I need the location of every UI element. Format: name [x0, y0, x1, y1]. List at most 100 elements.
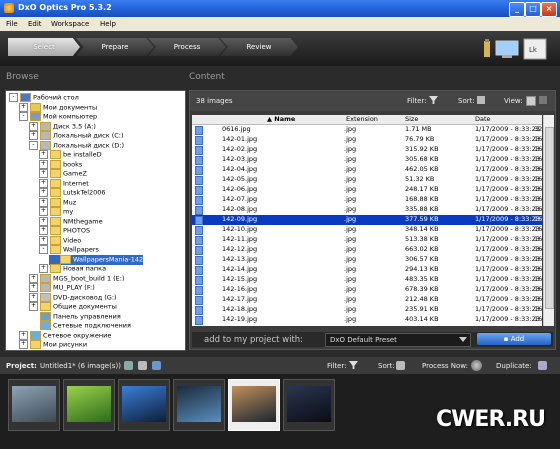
expand-icon[interactable]: +	[39, 197, 48, 207]
project-thumbnail[interactable]	[173, 379, 225, 431]
expand-icon[interactable]: +	[29, 292, 38, 302]
project-thumbnail[interactable]	[63, 379, 115, 431]
tab-select[interactable]: Select	[8, 38, 80, 56]
tree-item[interactable]: - Рабочий стол	[9, 93, 79, 103]
collapse-icon[interactable]: -	[9, 93, 18, 102]
expand-icon[interactable]: +	[19, 102, 28, 112]
tree-item[interactable]: Сетевые подключения	[29, 321, 131, 331]
project-thumbnail[interactable]	[8, 379, 60, 431]
tree-item[interactable]: Панель управления	[29, 311, 121, 322]
tree-item[interactable]: + Мои рисунки	[19, 340, 87, 350]
table-row[interactable]: 142-15.jpg .jpg 483.35 KB 1/17/2009 - 8:33:…	[192, 275, 542, 285]
expand-icon[interactable]: +	[39, 235, 48, 245]
table-row[interactable]: 142-17.jpg .jpg 212.48 KB 1/17/2009 - 8:33:…	[192, 295, 542, 305]
table-row[interactable]: 142-19.jpg .jpg 403.14 KB 1/17/2009 - 8:33:…	[192, 315, 542, 325]
table-row[interactable]: 142-11.jpg .jpg 513.38 KB 1/17/2009 - 8:33:…	[192, 235, 542, 245]
table-row[interactable]: 142-18.jpg .jpg 235.91 KB 1/17/2009 - 8:33:…	[192, 305, 542, 315]
tree-item[interactable]: + my	[39, 207, 73, 217]
tree-item[interactable]: - Wallpapers	[39, 245, 99, 255]
expand-icon[interactable]: +	[39, 188, 48, 197]
table-row[interactable]: 142-12.jpg .jpg 663.02 KB 1/17/2009 - 8:33:…	[192, 245, 542, 255]
table-row[interactable]: 142-08.jpg .jpg 335.88 KB 1/17/2009 - 8:33:…	[192, 205, 542, 215]
table-row[interactable]: 142-10.jpg .jpg 348.14 KB 1/17/2009 - 8:33:…	[192, 225, 542, 235]
tree-item[interactable]: + Диск 3,5 (A:)	[29, 121, 96, 132]
tree-item[interactable]: + Video	[39, 235, 81, 246]
tab-process[interactable]: Process	[148, 38, 226, 56]
minimize-button[interactable]: _	[509, 2, 525, 17]
table-row[interactable]: 142-04.jpg .jpg 462.05 KB 1/17/2009 - 8:33:…	[192, 165, 542, 175]
col-size-header[interactable]: Size	[405, 115, 418, 123]
tree-item[interactable]: + Новая папка	[39, 264, 106, 274]
tree-item[interactable]: + DVD-дисковод (G:)	[29, 292, 117, 303]
menu-file[interactable]: File	[6, 20, 18, 28]
table-row[interactable]: 142-07.jpg .jpg 168.88 KB 1/17/2009 - 8:33:…	[192, 195, 542, 205]
maximize-button[interactable]: □	[525, 2, 541, 17]
table-row[interactable]: 142-16.jpg .jpg 678.39 KB 1/17/2009 - 8:33:…	[192, 285, 542, 295]
expand-icon[interactable]: +	[39, 150, 48, 159]
tree-item[interactable]: - Мой компьютер	[19, 112, 97, 122]
tab-prepare[interactable]: Prepare	[76, 38, 154, 56]
table-row[interactable]: 0616.jpg .jpg 1.71 MB 1/17/2009 - 8:33:23 P…	[192, 125, 542, 135]
table-row[interactable]: 142-03.jpg .jpg 305.68 KB 1/17/2009 - 8:33:…	[192, 155, 542, 165]
tab-review[interactable]: Review	[220, 38, 298, 56]
col-name-header[interactable]: ▲ Name	[267, 115, 295, 123]
expand-icon[interactable]: +	[39, 169, 48, 178]
expand-icon[interactable]: +	[39, 226, 48, 235]
tree-item[interactable]: + Muz	[39, 197, 76, 208]
project-sort-icon[interactable]	[396, 361, 405, 370]
save-project-icon[interactable]	[152, 361, 161, 370]
menu-workspace[interactable]: Workspace	[51, 20, 89, 28]
process-gear-icon[interactable]	[471, 360, 482, 371]
table-row[interactable]: 142-02.jpg .jpg 315.92 KB 1/17/2009 - 8:33:…	[192, 145, 542, 155]
tree-item[interactable]: + Локальный диск (C:)	[29, 131, 124, 141]
table-row[interactable]: 142-05.jpg .jpg 51.32 KB 1/17/2009 - 8:33:2…	[192, 175, 542, 185]
expand-icon[interactable]: +	[39, 159, 48, 169]
duplicate-icon[interactable]	[538, 361, 547, 370]
menu-edit[interactable]: Edit	[28, 20, 42, 28]
expand-icon[interactable]: +	[39, 207, 48, 216]
table-row[interactable]: 142-13.jpg .jpg 306.57 KB 1/17/2009 - 8:33:…	[192, 255, 542, 265]
sort-icon[interactable]	[477, 96, 485, 104]
expand-icon[interactable]: +	[39, 178, 48, 188]
project-thumbnail[interactable]	[228, 379, 280, 431]
tree-item[interactable]: + Internet	[39, 178, 89, 189]
filter-icon[interactable]	[429, 96, 438, 104]
new-project-icon[interactable]	[124, 361, 133, 370]
expand-icon[interactable]: +	[19, 330, 28, 340]
view-grid-icon[interactable]	[539, 96, 547, 104]
project-thumbnail[interactable]	[118, 379, 170, 431]
table-row[interactable]: 142-06.jpg .jpg 248.17 KB 1/17/2009 - 8:33:…	[192, 185, 542, 195]
collapse-icon[interactable]: -	[29, 140, 38, 150]
expand-icon[interactable]: +	[29, 283, 38, 292]
expand-icon[interactable]: +	[19, 340, 28, 349]
tree-item[interactable]: + Общие документы	[29, 302, 117, 312]
table-row[interactable]: 142-14.jpg .jpg 294.13 KB 1/17/2009 - 8:33:…	[192, 265, 542, 275]
expand-icon[interactable]: +	[39, 216, 48, 226]
expand-icon[interactable]: +	[29, 302, 38, 311]
tree-item[interactable]: + MGS_boot_build 1 (E:)	[29, 273, 125, 284]
preset-select[interactable]: DxO Default Preset	[325, 333, 471, 347]
menu-help[interactable]: Help	[100, 20, 116, 28]
table-scrollbar[interactable]	[543, 115, 554, 326]
project-filter-icon[interactable]	[349, 361, 358, 369]
view-list-icon[interactable]	[526, 96, 536, 106]
tree-item[interactable]: + PHOTOS	[39, 226, 90, 236]
add-button[interactable]: ▪ Add	[477, 333, 551, 345]
expand-icon[interactable]: +	[29, 131, 38, 140]
col-date-header[interactable]: Date	[475, 115, 491, 123]
tree-item[interactable]: + be installeD	[39, 150, 102, 160]
tree-item[interactable]: + LutskTel2006	[39, 188, 106, 198]
workspace-devices-icon[interactable]: Lk	[482, 35, 552, 63]
collapse-icon[interactable]: -	[19, 112, 28, 121]
tree-item[interactable]: + GameZ	[39, 169, 87, 179]
close-button[interactable]: ×	[541, 2, 557, 17]
expand-icon[interactable]: +	[29, 121, 38, 131]
table-row[interactable]: 142-09.jpg .jpg 377.59 KB 1/17/2009 - 8:33:…	[192, 215, 542, 225]
tree-item[interactable]: + MU_PLAY (F:)	[29, 283, 95, 293]
tree-item[interactable]: + Мои документы	[19, 102, 97, 113]
tree-item[interactable]: + books	[39, 159, 82, 170]
col-ext-header[interactable]: Extension	[346, 115, 378, 123]
collapse-icon[interactable]: -	[39, 245, 48, 254]
table-row[interactable]: 142-01.jpg .jpg 76.79 KB 1/17/2009 - 8:33:2…	[192, 135, 542, 145]
expand-icon[interactable]: +	[29, 273, 38, 283]
